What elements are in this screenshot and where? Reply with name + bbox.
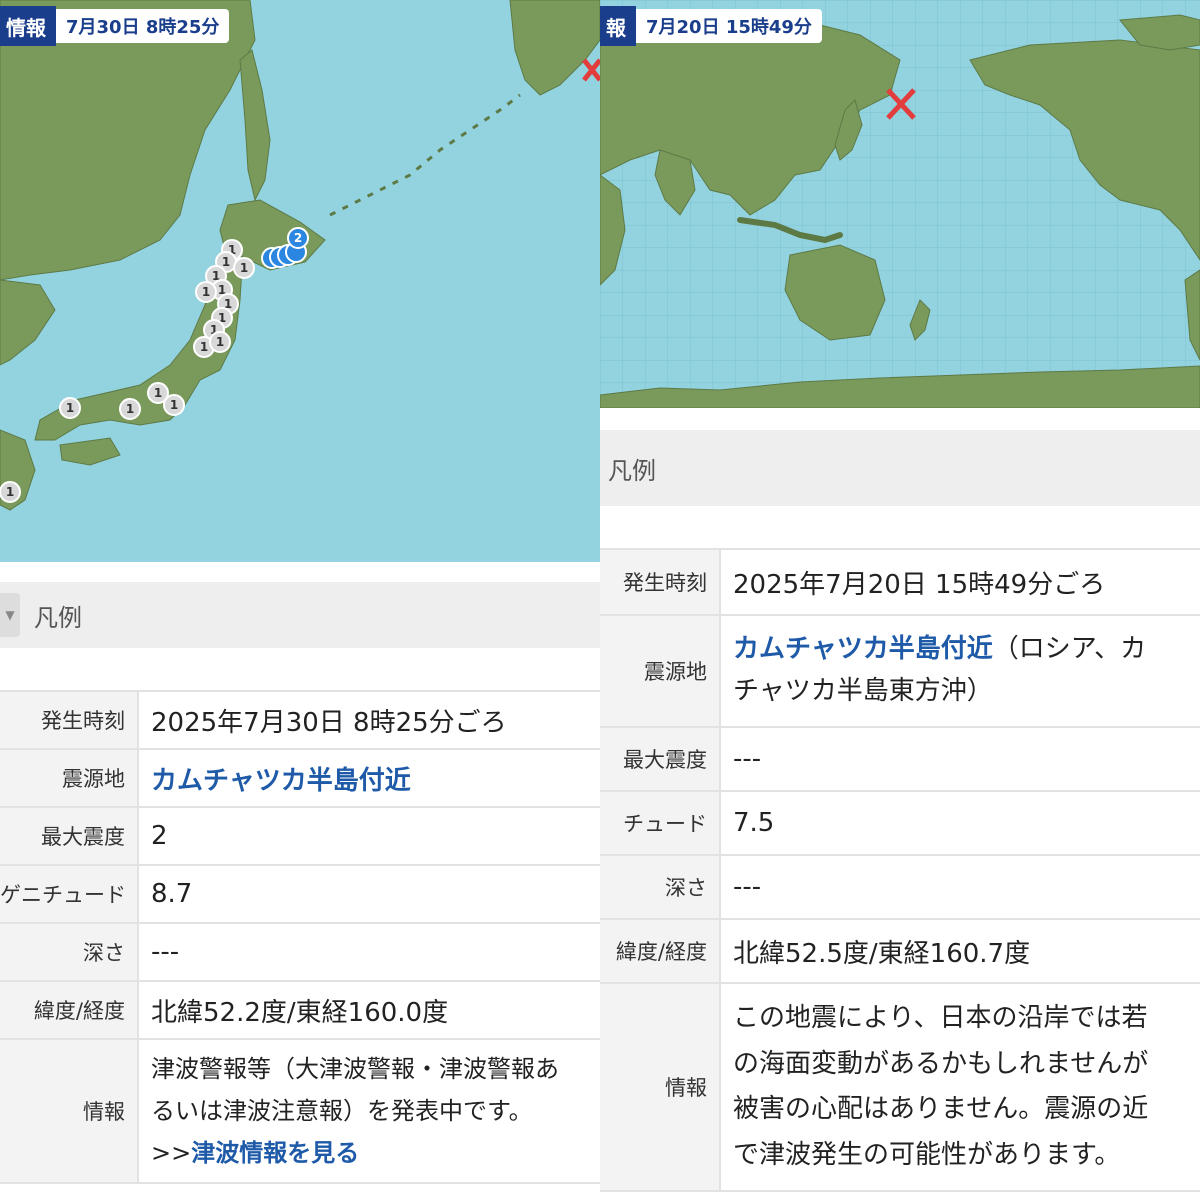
info-line: 被害の心配はありません。震源の近 bbox=[733, 1094, 1149, 1124]
info-line: るいは津波注意報）を発表中です。 bbox=[151, 1097, 533, 1125]
table-row: ゲニチュード 8.7 bbox=[0, 864, 600, 924]
info-line: この地震により、日本の沿岸では若 bbox=[733, 1003, 1148, 1033]
table-row: チュード 7.5 bbox=[600, 790, 1200, 856]
row-label: 最大震度 bbox=[600, 726, 721, 792]
intensity-marker-max[interactable]: 2 bbox=[287, 227, 309, 249]
legend-bar[interactable]: ▼ 凡例 bbox=[0, 582, 600, 648]
row-label: チュード bbox=[600, 790, 721, 856]
intensity-marker[interactable]: 1 bbox=[119, 398, 141, 420]
tsunami-info-link[interactable]: 津波情報を見る bbox=[191, 1139, 359, 1167]
row-label: 震源地 bbox=[0, 748, 139, 808]
row-label: ゲニチュード bbox=[0, 864, 139, 924]
epicenter-line: カムチャツカ半島付近（ロシア、カ bbox=[733, 629, 1200, 671]
epicenter-region: （ロシア、カ bbox=[992, 634, 1147, 665]
intensity-marker[interactable]: 1 bbox=[233, 257, 255, 279]
table-row: 震源地 カムチャツカ半島付近 bbox=[0, 748, 600, 808]
row-label: 情報 bbox=[600, 982, 721, 1192]
table-row: 最大震度 --- bbox=[600, 726, 1200, 792]
info-line: で津波発生の可能性があります。 bbox=[733, 1139, 1121, 1170]
header-time: 7月20日 15時49分 bbox=[636, 9, 822, 43]
magnitude-value: 8.7 bbox=[138, 864, 600, 924]
info-cell: この地震により、日本の沿岸では若 の海面変動があるかもしれませんが 被害の心配は… bbox=[720, 982, 1200, 1192]
intensity-marker[interactable]: 1 bbox=[163, 394, 185, 416]
row-label: 深さ bbox=[0, 922, 139, 982]
depth-value: --- bbox=[720, 854, 1200, 920]
right-panel: 報 7月20日 15時49分 凡例 発生時刻 2025年7月20日 15時49分… bbox=[600, 0, 1200, 1200]
table-row: 発生時刻 2025年7月20日 15時49分ごろ bbox=[600, 548, 1200, 616]
table-row: 緯度/経度 北緯52.2度/東経160.0度 bbox=[0, 980, 600, 1040]
table-row: 情報 この地震により、日本の沿岸では若 の海面変動があるかもしれませんが 被害の… bbox=[600, 982, 1200, 1192]
info-line: の海面変動があるかもしれませんが bbox=[733, 1048, 1149, 1079]
table-row: 深さ --- bbox=[0, 922, 600, 982]
epicenter-cell: カムチャツカ半島付近 bbox=[138, 748, 600, 808]
intensity-marker[interactable]: 1 bbox=[59, 397, 81, 419]
table-row: 最大震度 2 bbox=[0, 806, 600, 866]
row-label: 深さ bbox=[600, 854, 721, 920]
max-intensity-value: --- bbox=[720, 726, 1200, 792]
epicenter-link[interactable]: カムチャツカ半島付近 bbox=[733, 634, 993, 664]
earthquake-info-table: 発生時刻 2025年7月20日 15時49分ごろ 震源地 カムチャツカ半島付近（… bbox=[600, 548, 1200, 1192]
intensity-marker[interactable]: 1 bbox=[209, 331, 231, 353]
legend-toggle-icon[interactable]: ▼ bbox=[0, 593, 20, 637]
latlon-value: 北緯52.5度/東経160.7度 bbox=[720, 918, 1200, 984]
table-row: 震源地 カムチャツカ半島付近（ロシア、カ チャツカ半島東方沖） bbox=[600, 614, 1200, 728]
table-row: 発生時刻 2025年7月30日 8時25分ごろ bbox=[0, 690, 600, 750]
map-header: 情報 7月30日 8時25分 bbox=[0, 6, 232, 46]
link-prefix: >> bbox=[151, 1139, 192, 1167]
row-label: 最大震度 bbox=[0, 806, 139, 866]
world-map[interactable]: 報 7月20日 15時49分 bbox=[600, 0, 1200, 408]
info-line: 津波警報等（大津波警報・津波警報あ bbox=[151, 1055, 559, 1083]
legend-label: 凡例 bbox=[608, 456, 656, 485]
epicenter-cell: カムチャツカ半島付近（ロシア、カ チャツカ半島東方沖） bbox=[720, 614, 1200, 728]
earthquake-info-table: 発生時刻 2025年7月30日 8時25分ごろ 震源地 カムチャツカ半島付近 最… bbox=[0, 690, 600, 1184]
japan-map[interactable]: 21111111111111111 情報 7月30日 8時25分 bbox=[0, 0, 600, 562]
row-label: 発生時刻 bbox=[0, 690, 139, 750]
intensity-marker[interactable]: 1 bbox=[195, 281, 217, 303]
row-label: 緯度/経度 bbox=[600, 918, 721, 984]
spacer bbox=[600, 408, 1200, 430]
table-row: 緯度/経度 北緯52.5度/東経160.7度 bbox=[600, 918, 1200, 984]
epicenter-line: チャツカ半島東方沖） bbox=[733, 676, 993, 706]
header-label: 情報 bbox=[0, 6, 56, 46]
left-panel: 21111111111111111 情報 7月30日 8時25分 ▼ 凡例 発生… bbox=[0, 0, 600, 1200]
row-label: 震源地 bbox=[600, 614, 721, 728]
occurrence-time-value: 2025年7月20日 15時49分ごろ bbox=[720, 548, 1200, 616]
header-label: 報 bbox=[600, 6, 636, 46]
epicenter-link[interactable]: カムチャツカ半島付近 bbox=[151, 766, 411, 796]
magnitude-value: 7.5 bbox=[720, 790, 1200, 856]
latlon-value: 北緯52.2度/東経160.0度 bbox=[138, 980, 600, 1040]
row-label: 発生時刻 bbox=[600, 548, 721, 616]
intensity-marker[interactable]: 1 bbox=[0, 481, 21, 503]
table-row: 深さ --- bbox=[600, 854, 1200, 920]
table-row: 情報 津波警報等（大津波警報・津波警報あ るいは津波注意報）を発表中です。 >>… bbox=[0, 1038, 600, 1184]
legend-label: 凡例 bbox=[34, 603, 82, 632]
depth-value: --- bbox=[138, 922, 600, 982]
info-cell: 津波警報等（大津波警報・津波警報あ るいは津波注意報）を発表中です。 >>津波情… bbox=[138, 1038, 600, 1184]
header-time: 7月30日 8時25分 bbox=[56, 9, 230, 43]
legend-bar[interactable]: 凡例 bbox=[600, 430, 1200, 506]
japan-map-svg bbox=[0, 0, 600, 562]
max-intensity-value: 2 bbox=[138, 806, 600, 866]
world-map-svg bbox=[600, 0, 1200, 408]
row-label: 情報 bbox=[0, 1038, 139, 1184]
info-link-row: >>津波情報を見る bbox=[151, 1132, 600, 1174]
map-header: 報 7月20日 15時49分 bbox=[600, 6, 825, 46]
row-label: 緯度/経度 bbox=[0, 980, 139, 1040]
spacer bbox=[0, 562, 600, 582]
occurrence-time-value: 2025年7月30日 8時25分ごろ bbox=[138, 690, 600, 750]
